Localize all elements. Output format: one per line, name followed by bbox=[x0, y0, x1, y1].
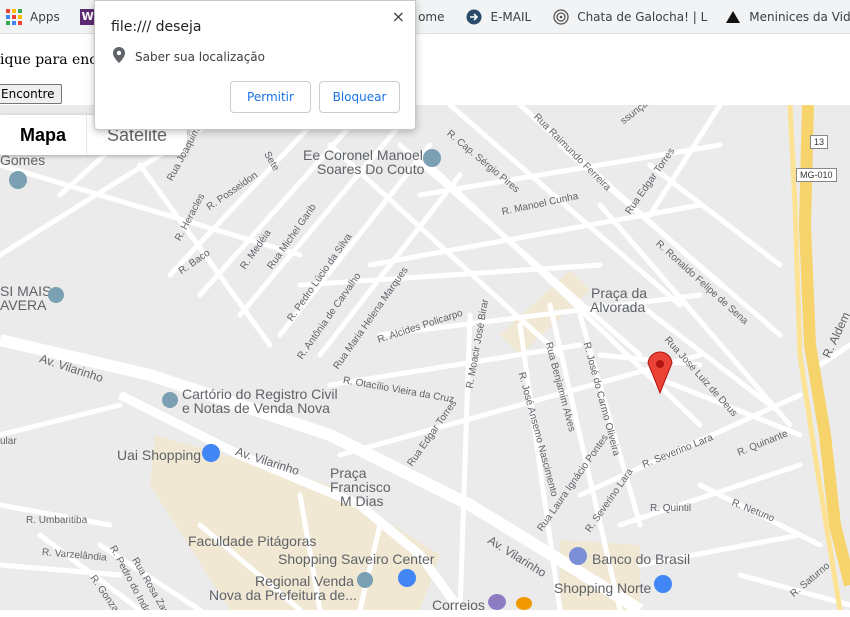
bookmark-label: Chata de Galocha! | L bbox=[577, 9, 708, 24]
location-pin-icon bbox=[113, 47, 125, 66]
poi-praca-alvorada-line1: Praça da bbox=[591, 285, 648, 301]
swirl-icon bbox=[553, 8, 569, 25]
find-button[interactable]: Encontre bbox=[0, 84, 62, 104]
office-icon bbox=[162, 392, 178, 408]
map-canvas bbox=[0, 105, 850, 610]
bookmark-home[interactable]: ome bbox=[412, 5, 450, 29]
map-type-map-button[interactable]: Mapa bbox=[0, 115, 86, 155]
poi-pitagoras: Faculdade Pitágoras bbox=[188, 533, 317, 549]
street-label: ular bbox=[0, 436, 17, 447]
poi-pin-icon bbox=[48, 287, 64, 303]
permission-message: Saber sua localização bbox=[135, 49, 265, 64]
route-shield: 13 bbox=[810, 135, 829, 149]
shopping-bag-icon bbox=[398, 569, 416, 587]
bookmark-meninices[interactable]: Meninices da Vida bbox=[719, 5, 850, 29]
dialog-title: file:/// deseja bbox=[111, 19, 202, 35]
route-shield: MG-010 bbox=[796, 168, 837, 182]
block-button[interactable]: Bloquear bbox=[319, 81, 400, 113]
circle-arrow-icon bbox=[466, 9, 482, 25]
poi-praca-fd-line3: M Dias bbox=[340, 493, 384, 509]
poi-shopping-norte[interactable]: Shopping Norte bbox=[554, 581, 651, 595]
bookmark-label: ome bbox=[418, 9, 445, 24]
poi-cartorio-line2: e Notas de Venda Nova bbox=[182, 400, 330, 416]
close-icon[interactable]: × bbox=[392, 7, 405, 26]
poi-regional-line2: Nova da Prefeitura de... bbox=[209, 587, 357, 603]
location-pin-icon[interactable] bbox=[647, 351, 673, 395]
poi-praca-alvorada-line2: Alvorada bbox=[590, 299, 646, 315]
allow-button[interactable]: Permitir bbox=[230, 81, 311, 113]
poi-coronel-line1: Ee Coronel Manoel bbox=[303, 147, 423, 163]
poi-cartorio-line1: Cartório do Registro Civil bbox=[182, 386, 338, 402]
triangle-icon bbox=[725, 9, 741, 25]
school-icon bbox=[423, 149, 441, 167]
school-icon bbox=[9, 171, 27, 189]
street-label: R. Umbaritiba bbox=[26, 515, 88, 526]
bookmark-apps[interactable]: Apps bbox=[0, 5, 66, 29]
poi-banco-do-brasil: Banco do Brasil bbox=[592, 551, 691, 567]
office-icon bbox=[357, 572, 373, 588]
bookmark-label: Meninices da Vida bbox=[749, 9, 850, 24]
poi-praca-fd-line1: Praça bbox=[330, 465, 367, 481]
poi-praca-fd-line2: Francisco bbox=[330, 479, 391, 495]
poi-si-mais: SI MAIS bbox=[0, 283, 52, 299]
restaurant-icon bbox=[516, 597, 532, 610]
shopping-bag-icon bbox=[202, 444, 220, 462]
bookmark-label: Apps bbox=[30, 9, 60, 24]
apps-grid-icon bbox=[6, 8, 22, 25]
location-permission-dialog: file:/// deseja × Saber sua localização … bbox=[94, 0, 416, 130]
page-instruction-text: ique para enco bbox=[0, 52, 106, 68]
poi-avera: AVERA bbox=[0, 297, 47, 313]
poi-coronel-line2: Soares Do Couto bbox=[317, 161, 425, 177]
poi-gomes: Gomes bbox=[0, 152, 46, 168]
poi-uai-shopping[interactable]: Uai Shopping bbox=[117, 448, 201, 462]
bookmark-chata[interactable]: Chata de Galocha! | L bbox=[547, 5, 713, 29]
bookmark-email[interactable]: E-MAIL bbox=[460, 5, 537, 29]
poi-correios: Correios bbox=[432, 597, 485, 610]
map-view[interactable]: Mapa Satélite 13 MG-010 Gomes SI MAIS AV… bbox=[0, 105, 850, 610]
poi-saveiro[interactable]: Shopping Saveiro Center bbox=[278, 552, 434, 566]
poi-regional-line1: Regional Venda bbox=[255, 573, 354, 589]
mail-icon bbox=[488, 594, 506, 610]
shopping-bag-icon bbox=[654, 575, 672, 593]
street-label: R. Quintil bbox=[650, 503, 692, 514]
permission-row: Saber sua localização bbox=[113, 47, 265, 66]
bookmark-label: E-MAIL bbox=[490, 9, 532, 24]
bank-icon bbox=[569, 547, 587, 565]
